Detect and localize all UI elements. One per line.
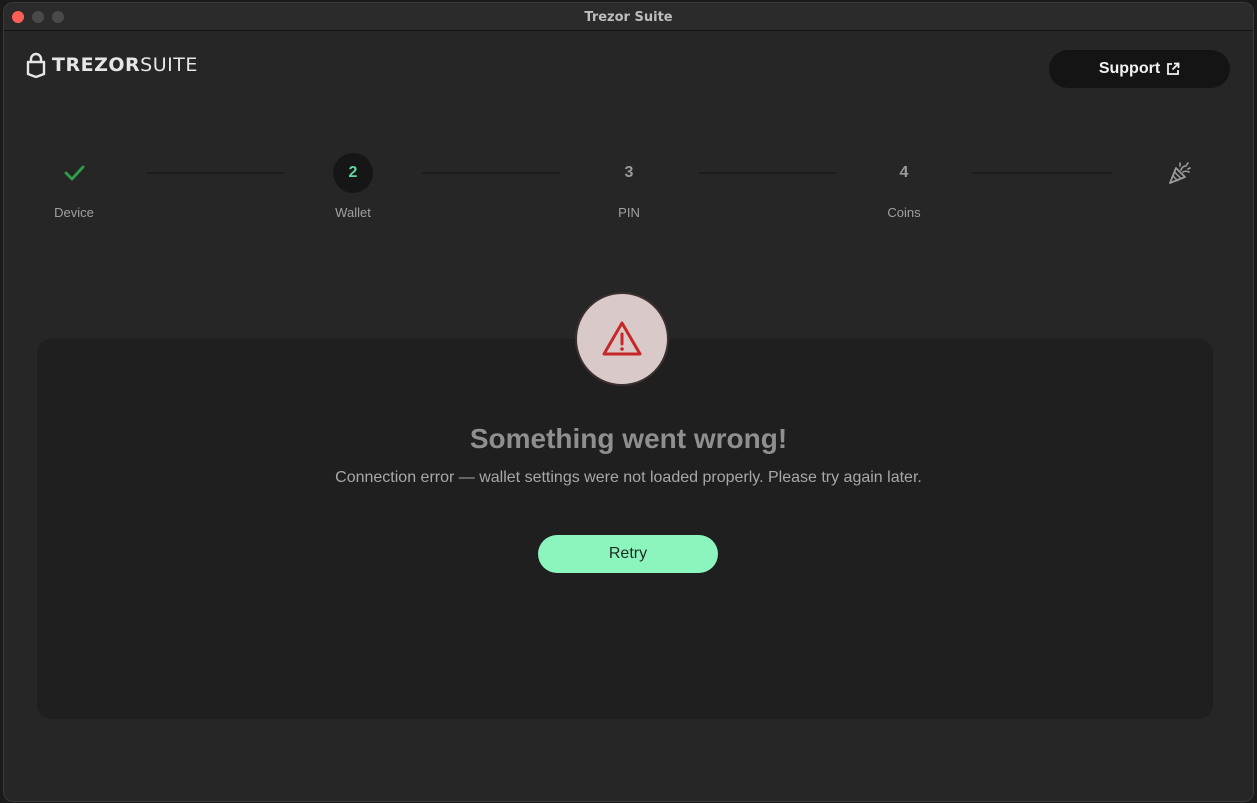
step-wallet[interactable]: 2 Wallet: [313, 153, 393, 220]
trezor-suite-logo: TREZOR SUITE: [26, 51, 198, 79]
external-link-icon: [1167, 62, 1180, 75]
error-card: [37, 339, 1213, 719]
logo-text-suite: SUITE: [140, 54, 198, 76]
checkmark-icon: [64, 165, 85, 181]
warning-badge: [575, 292, 669, 386]
step-wallet-label: Wallet: [335, 205, 371, 220]
step-pin[interactable]: 3 PIN: [589, 153, 669, 220]
window-title: Trezor Suite: [584, 10, 673, 25]
step-connector-1: [146, 172, 284, 174]
step-connector-4: [972, 172, 1112, 174]
lock-icon: [26, 52, 46, 78]
error-description: Connection error — wallet settings were …: [335, 469, 922, 486]
error-title: Something went wrong!: [469, 423, 788, 454]
retry-button[interactable]: Retry: [538, 535, 718, 573]
title-bar: Trezor Suite: [4, 3, 1253, 31]
step-final[interactable]: [1140, 153, 1220, 205]
step-pin-number: 3: [624, 164, 634, 181]
step-device-label: Device: [54, 205, 94, 220]
step-final-mark: [1160, 153, 1200, 193]
step-coins[interactable]: 4 Coins: [864, 153, 944, 220]
step-coins-number: 4: [899, 164, 909, 181]
step-pin-label: PIN: [618, 205, 640, 220]
app-window: Trezor Suite TREZOR SUITE Support Device…: [3, 2, 1254, 802]
step-connector-2: [422, 172, 560, 174]
step-coins-label: Coins: [887, 205, 921, 220]
step-connector-3: [698, 172, 836, 174]
support-label: Support: [1098, 60, 1161, 77]
party-popper-icon: [1169, 162, 1191, 184]
step-device[interactable]: Device: [34, 153, 114, 220]
step-wallet-number: 2: [333, 153, 373, 193]
step-device-mark: [54, 153, 94, 193]
logo-text-trezor: TREZOR: [52, 54, 141, 76]
support-button[interactable]: Support: [1049, 50, 1230, 88]
warning-icon: [602, 321, 642, 356]
